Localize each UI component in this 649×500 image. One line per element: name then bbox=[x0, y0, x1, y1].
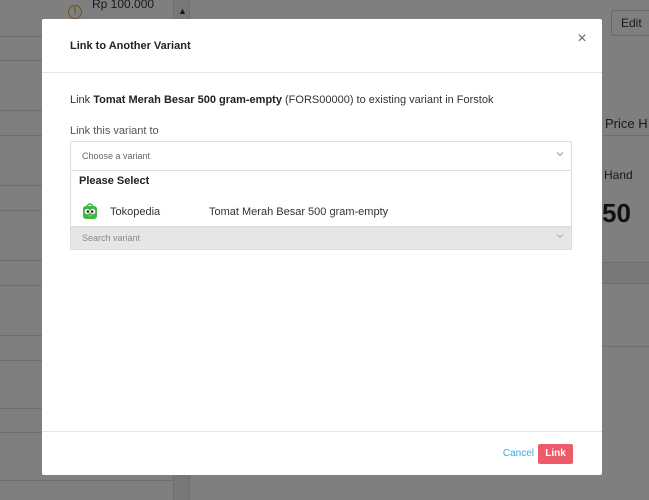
close-icon[interactable]: × bbox=[574, 31, 590, 47]
link-button[interactable]: Link bbox=[538, 444, 573, 464]
variant-select-placeholder: Choose a variant bbox=[82, 151, 151, 161]
description-suffix: (FORS00000) to existing variant in Forst… bbox=[281, 94, 494, 106]
search-variant-input[interactable]: Search variant bbox=[70, 227, 572, 250]
dropdown-option-tokopedia[interactable]: Tokopedia Tomat Merah Besar 500 gram-emp… bbox=[71, 197, 571, 225]
option-store-name: Tokopedia bbox=[110, 206, 161, 218]
dropdown-header: Please Select bbox=[79, 175, 150, 187]
option-variant-name: Tomat Merah Besar 500 gram-empty bbox=[209, 206, 389, 218]
modal-footer: Cancel Link bbox=[42, 431, 602, 475]
tokopedia-logo-icon bbox=[83, 203, 97, 219]
description-prefix: Link bbox=[70, 94, 94, 106]
search-variant-placeholder: Search variant bbox=[82, 233, 141, 243]
modal-description: Link Tomat Merah Besar 500 gram-empty (F… bbox=[70, 94, 493, 106]
variant-select[interactable]: Choose a variant bbox=[70, 141, 572, 171]
link-variant-label: Link this variant to bbox=[70, 125, 159, 137]
modal-title: Link to Another Variant bbox=[70, 40, 191, 52]
variant-name: Tomat Merah Besar 500 gram-empty bbox=[93, 94, 282, 106]
link-variant-modal: Link to Another Variant × Link Tomat Mer… bbox=[42, 19, 602, 475]
variant-dropdown: Please Select Tokopedia Tomat Merah Besa… bbox=[70, 171, 572, 227]
modal-header: Link to Another Variant × bbox=[42, 19, 602, 73]
cancel-button[interactable]: Cancel bbox=[503, 448, 534, 459]
chevron-down-icon bbox=[556, 234, 564, 239]
chevron-down-icon bbox=[556, 152, 564, 157]
